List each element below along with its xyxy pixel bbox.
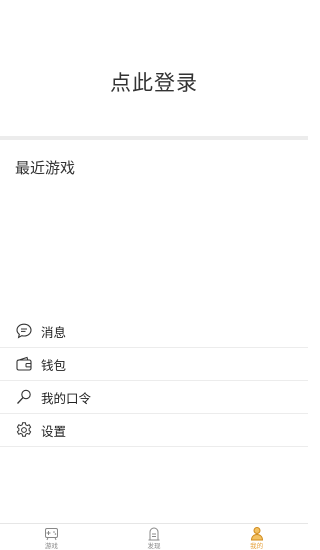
tab-games[interactable]: 游戏 bbox=[0, 524, 103, 550]
gamepad-icon bbox=[43, 526, 59, 541]
magnifier-key-icon bbox=[14, 387, 34, 407]
person-icon bbox=[249, 526, 265, 541]
tab-label: 我的 bbox=[250, 542, 264, 550]
profile-menu: 消息 钱包 我的口令 设置 bbox=[0, 315, 308, 447]
section-divider bbox=[0, 136, 308, 140]
chat-bubble-icon bbox=[14, 321, 34, 341]
tab-discover[interactable]: 发现 bbox=[103, 524, 206, 550]
login-button[interactable]: 点此登录 bbox=[0, 0, 308, 136]
menu-item-my-code[interactable]: 我的口令 bbox=[0, 381, 308, 414]
bottom-tab-bar: 游戏 发现 我的 bbox=[0, 523, 308, 550]
tab-me[interactable]: 我的 bbox=[205, 524, 308, 550]
login-label: 点此登录 bbox=[110, 71, 198, 95]
discover-icon bbox=[146, 526, 162, 541]
menu-item-label: 消息 bbox=[41, 324, 67, 340]
menu-item-label: 设置 bbox=[41, 423, 67, 439]
menu-item-wallet[interactable]: 钱包 bbox=[0, 348, 308, 381]
tab-label: 发现 bbox=[147, 542, 161, 550]
tab-label: 游戏 bbox=[44, 542, 58, 550]
menu-item-messages[interactable]: 消息 bbox=[0, 315, 308, 348]
wallet-icon bbox=[14, 354, 34, 374]
recent-games-title: 最近游戏 bbox=[15, 159, 76, 177]
menu-item-label: 我的口令 bbox=[41, 390, 92, 406]
menu-item-settings[interactable]: 设置 bbox=[0, 414, 308, 447]
menu-item-label: 钱包 bbox=[41, 357, 67, 373]
gear-icon bbox=[14, 420, 34, 440]
